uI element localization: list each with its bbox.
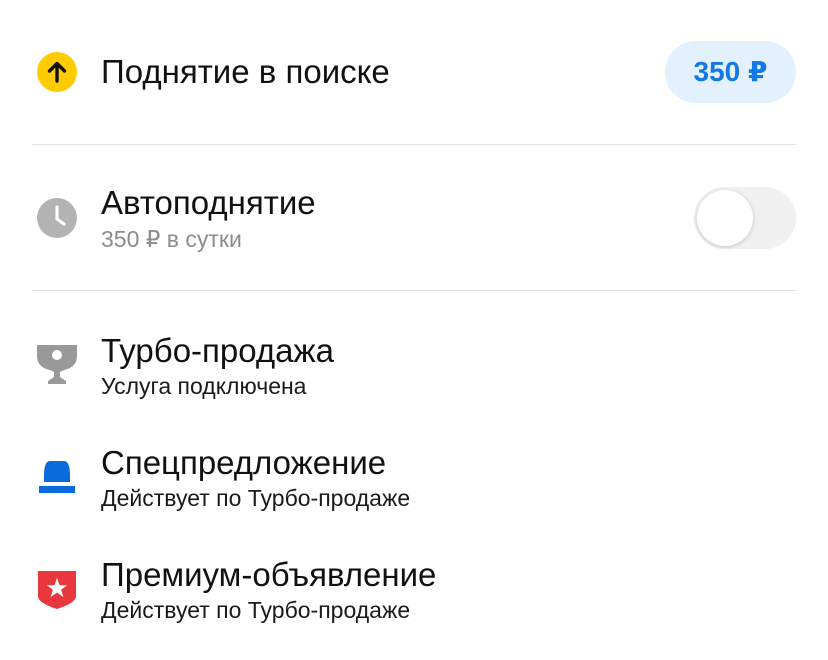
service-row-special-offer[interactable]: Спецпредложение Действует по Турбо-прода… — [0, 442, 828, 532]
trophy-icon — [36, 344, 78, 386]
clock-icon — [36, 197, 78, 239]
autoraise-price-per-day: 350 ₽ в сутки — [101, 226, 242, 252]
special-offer-title: Спецпредложение — [101, 444, 387, 481]
autoraise-title: Автоподнятие — [101, 184, 316, 221]
service-row-raise[interactable]: Поднятие в поиске 350 ₽ — [0, 0, 828, 144]
arrow-up-circle-icon — [36, 51, 78, 93]
service-row-premium[interactable]: Премиум-объявление Действует по Турбо-пр… — [0, 554, 828, 644]
raise-price-button[interactable]: 350 ₽ — [665, 41, 796, 103]
autoraise-toggle[interactable] — [694, 187, 796, 249]
turbo-title: Турбо-продажа — [101, 332, 334, 369]
special-offer-status: Действует по Турбо-продаже — [101, 485, 411, 511]
turbo-status: Услуга подключена — [101, 373, 307, 399]
divider — [32, 290, 796, 291]
premium-title: Премиум-объявление — [101, 556, 437, 593]
raise-title: Поднятие в поиске — [101, 53, 390, 90]
special-offer-icon — [36, 456, 78, 498]
service-row-autoraise[interactable]: Автоподнятие 350 ₽ в сутки — [0, 145, 828, 290]
service-row-turbo[interactable]: Турбо-продажа Услуга подключена — [0, 330, 828, 420]
star-shield-icon — [36, 568, 78, 610]
premium-status: Действует по Турбо-продаже — [101, 597, 411, 623]
toggle-knob — [697, 190, 753, 246]
